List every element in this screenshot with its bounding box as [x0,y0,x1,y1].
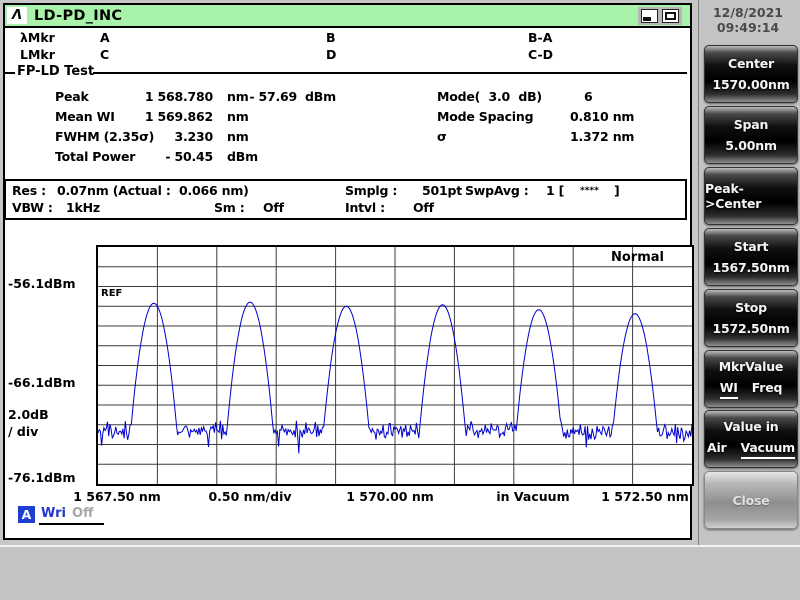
swpavg-value-post: ] [614,183,620,198]
mode-count-label: Mode( 3.0 dB) [437,89,542,104]
x-axis-start-label: 1 567.50 nm [73,489,161,504]
intvl-value: Off [413,200,434,215]
softkey-options: Air Vacuum [707,440,795,459]
time-label: 09:49:14 [700,20,796,35]
trace-mode-label: Normal [611,250,664,265]
softkey-label: Start [734,239,769,254]
softkey-label: Value in [723,419,778,434]
softkey-mkr-value-button[interactable]: MkrValue WI Freq [704,350,798,408]
softkey-value: 1567.50nm [712,260,789,275]
sm-value: Off [263,200,284,215]
fwhm-unit: nm [227,129,249,144]
softkey-label: Close [733,493,770,508]
ref-level-label: REF [101,288,122,299]
anritsu-logo-icon: Λ [7,7,27,24]
softkey-label: MkrValue [719,359,783,374]
peak-label: Peak [55,89,89,104]
trace-write-status: Wri Off [39,506,104,525]
vbw-value: 1kHz [66,200,100,215]
softkey-label: Center [728,56,774,71]
window-title: LD-PD_INC [34,8,122,24]
level-marker-label: LMkr [20,47,55,62]
x-axis-stop-label: 1 572.50 nm [601,489,689,504]
maximize-icon[interactable] [662,9,679,23]
softkey-option-freq: Freq [752,380,783,399]
title-bar: Λ LD-PD_INC [5,5,690,28]
marker-c-d-label: C-D [528,47,553,62]
marker-a-label: A [100,30,110,45]
swpavg-value-pre: 1 [ [546,183,564,198]
mean-wl-unit: nm [227,109,249,124]
softkey-span-button[interactable]: Span 5.00nm [704,106,798,164]
mode-spacing-label: Mode Spacing [437,109,533,124]
res-label: Res : [12,183,46,198]
sigma-label: σ [437,129,447,144]
x-axis-center-label: 1 570.00 nm [346,489,434,504]
sm-label: Sm : [214,200,245,215]
y-scale-unit-label: / div [8,424,38,439]
date-label: 12/8/2021 [700,5,796,20]
mode-spacing-value: 0.810 nm [570,109,634,124]
softkey-sidebar: Center 1570.00nm Span 5.00nm Peak->Center Sta… [698,0,800,545]
softkey-label: Peak->Center [705,181,797,211]
trace-a-badge: A [18,506,35,523]
x-axis-medium-label: in Vacuum [496,489,569,504]
section-rule-left [5,72,15,74]
swpavg-label: SwpAvg : [465,183,529,198]
osa-screen: 12/8/2021 09:49:14 Λ LD-PD_INC λMkr A B … [0,0,800,600]
y-axis-ref-label: -56.1dBm [8,276,76,291]
spectrum-chart: REF Normal [96,245,694,486]
y-scale-label: 2.0dB [8,407,49,422]
softkey-start-button[interactable]: Start 1567.50nm [704,228,798,286]
trace-status: A Wri Off [18,506,104,526]
smplg-label: Smplg : [345,183,397,198]
softkey-value: 1570.00nm [712,77,789,92]
trace-plot [98,247,692,484]
peak-wavelength-value: 1 568.780 [118,89,213,104]
minimize-icon[interactable] [641,9,658,23]
mean-wl-label: Mean WI [55,109,115,124]
swpavg-stars: **** [580,186,599,196]
y-axis-bottom-label: -76.1dBm [8,470,76,485]
sigma-value: 1.372 nm [570,129,634,144]
peak-power-unit: dBm [305,89,336,104]
vbw-label: VBW : [12,200,53,215]
mean-wl-value: 1 569.862 [118,109,213,124]
section-title: FP-LD Test [17,64,94,79]
softkey-option-vacuum: Vacuum [741,440,795,459]
trace-write-label: Wri [41,506,66,521]
softkey-value: 5.00nm [725,138,777,153]
peak-power-value: - 57.69 [233,89,297,104]
softkey-option-air: Air [707,440,727,459]
marker-d-label: D [326,47,336,62]
res-value: 0.07nm (Actual : 0.066 nm) [57,183,249,198]
softkey-options: WI Freq [720,380,783,399]
softkey-close-button[interactable]: Close [704,471,798,529]
marker-c-label: C [100,47,109,62]
menu-bar: Wave-lengthLevelScaleRes/VBW/AvgPeak/Dip… [0,545,800,600]
softkey-value-in-button[interactable]: Value in Air Vacuum [704,410,798,468]
marker-b-a-label: B-A [528,30,552,45]
marker-b-label: B [326,30,336,45]
total-power-value: - 50.45 [118,149,213,164]
total-power-unit: dBm [227,149,258,164]
softkey-stop-button[interactable]: Stop 1572.50nm [704,289,798,347]
smplg-value: 501pt [422,183,462,198]
softkey-peak-to-center-button[interactable]: Peak->Center [704,167,798,225]
softkey-center-button[interactable]: Center 1570.00nm [704,45,798,103]
lambda-marker-label: λMkr [20,30,55,45]
softkey-option-wi: WI [720,380,738,399]
x-axis-div-label: 0.50 nm/div [208,489,291,504]
y-axis-mid-label: -66.1dBm [8,375,76,390]
softkey-label: Span [734,117,769,132]
intvl-label: Intvl : [345,200,385,215]
datetime: 12/8/2021 09:49:14 [700,5,796,35]
window-controls [638,7,682,25]
fwhm-value: 3.230 [118,129,213,144]
softkey-value: 1572.50nm [712,321,789,336]
section-rule-right [93,72,687,74]
softkey-label: Stop [735,300,767,315]
trace-off-label: Off [72,506,94,521]
mode-count-value: 6 [584,89,593,104]
